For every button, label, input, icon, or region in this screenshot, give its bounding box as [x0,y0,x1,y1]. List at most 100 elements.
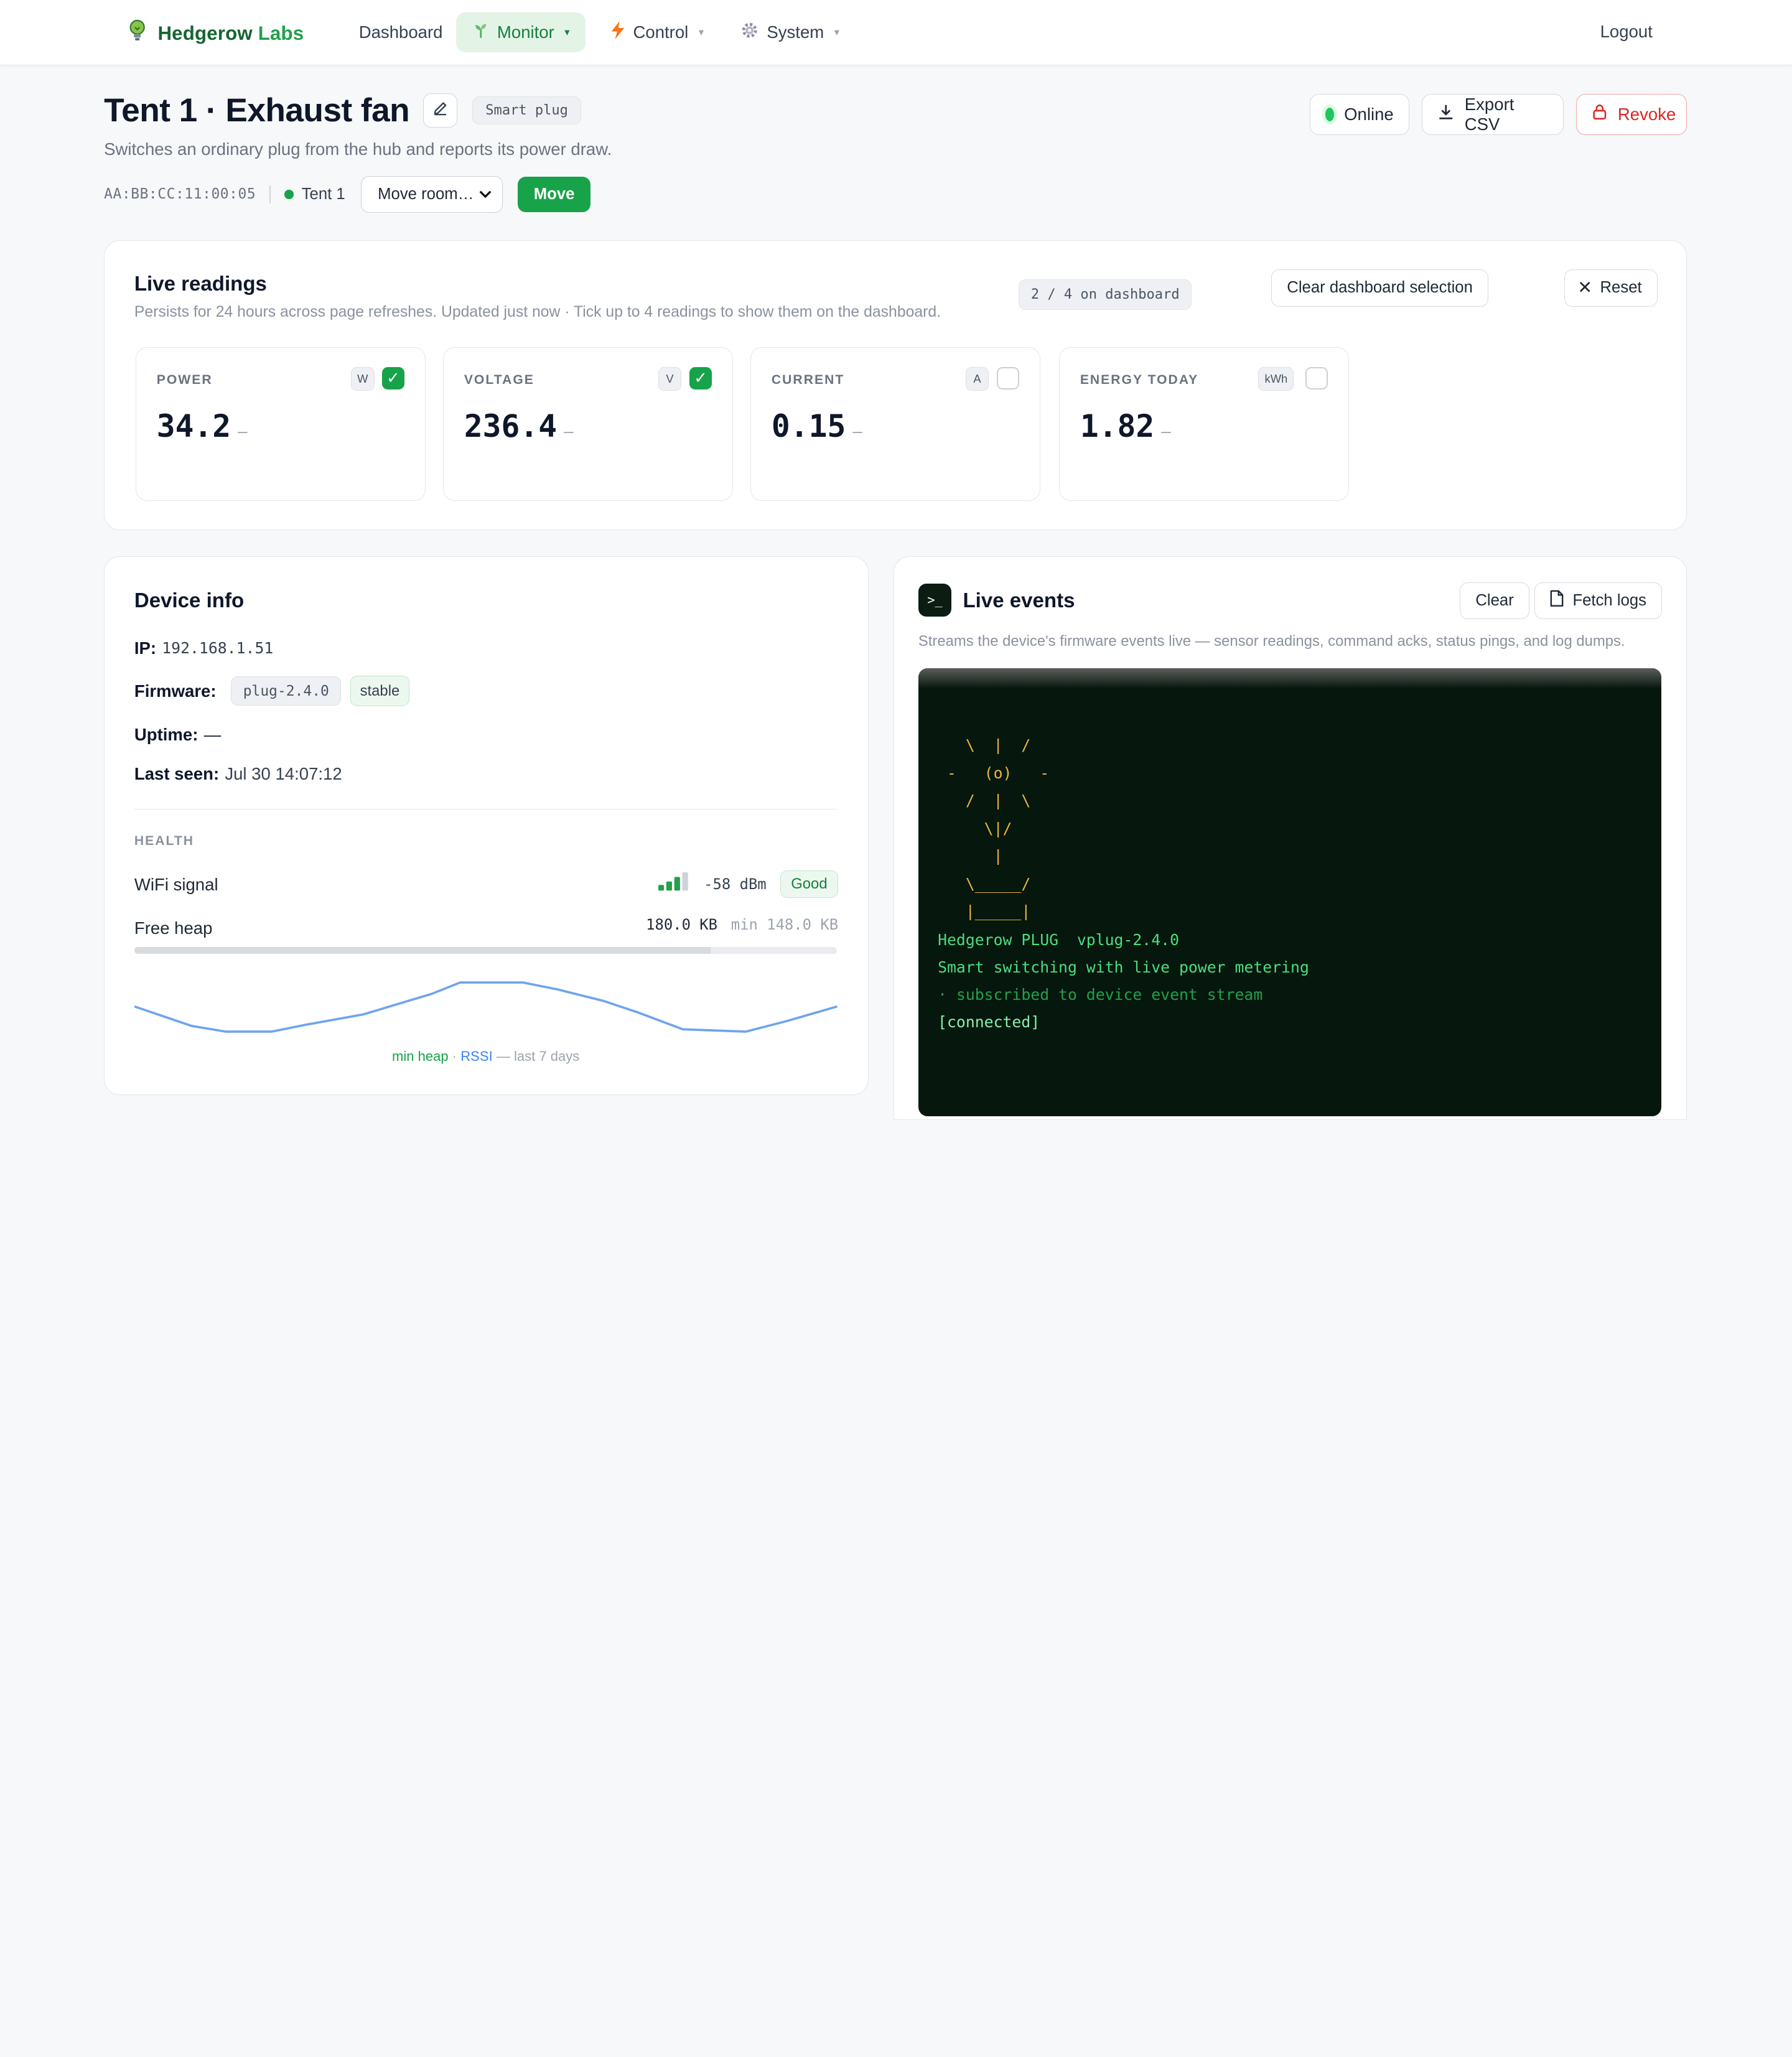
move-room-select[interactable]: Move room… [361,175,503,213]
nav-system[interactable]: System ▾ [724,12,855,52]
signal-bar [666,882,672,891]
brand-name-first: Hedgerow [157,22,253,44]
free-heap-label: Free heap [134,918,213,938]
logout-link[interactable]: Logout [1600,22,1653,42]
divider [269,185,271,203]
room-status-dot [284,189,294,199]
nav-control[interactable]: Control ▾ [594,12,720,52]
gear-icon [740,21,758,44]
revoke-label: Revoke [1617,104,1676,124]
ip-value: 192.168.1.51 [162,639,274,658]
page-subtitle: Switches an ordinary plug from the hub a… [104,139,612,159]
event-terminal[interactable]: \ | / - (o) - / | \ \|/ | \_____/ |_____… [918,668,1661,1116]
dashboard-checkbox[interactable] [996,366,1020,390]
pencil-icon [432,100,449,121]
dashboard-checkbox[interactable]: ✓ [381,366,405,390]
terminal-line: Hedgerow PLUG vplug-2.4.0 [938,931,1179,949]
firmware-channel-badge: stable [350,676,409,706]
uptime-row: Uptime: — [134,725,221,745]
live-readings-title: Live readings [134,273,267,296]
nav-monitor[interactable]: Monitor ▾ [455,12,586,53]
wifi-quality-badge: Good [780,870,839,898]
clear-events-button[interactable]: Clear [1460,582,1529,619]
firmware-label: Firmware: [134,681,217,701]
free-heap-min: min 148.0 KB [730,916,839,934]
last-seen-row: Last seen: Jul 30 14:07:12 [134,764,342,784]
wifi-signal-status: -58 dBm Good [658,870,839,898]
sprout-icon [472,22,490,44]
health-section-label: HEALTH [134,833,195,848]
lightbulb-logo-icon [128,19,146,47]
live-events-description: Streams the device's firmware events liv… [918,632,1625,650]
reset-button[interactable]: Reset [1564,269,1658,307]
fetch-logs-label: Fetch logs [1572,591,1647,609]
trend-indicator: – [238,422,248,441]
ip-row: IP: 192.168.1.51 [134,638,273,658]
legend-separator: · [452,1048,457,1065]
chart-legend: min heap · RSSI — last 7 days [105,1048,867,1065]
move-room-select-value: Move room… [378,185,474,203]
dashboard-checkbox[interactable] [1305,366,1328,390]
reading-value-number: 34.2 [156,408,231,444]
live-events-title: Live events [963,589,1075,612]
free-heap-bar [134,946,838,954]
close-icon [1579,279,1590,297]
dashboard-checkbox[interactable]: ✓ [689,366,712,390]
unit-badge: A [966,366,989,391]
reading-tile-energy-today: ENERGY TODAY kWh 1.82– [1058,347,1350,501]
reading-value: 34.2– [157,408,248,444]
download-icon [1437,103,1455,125]
free-heap-bar-fill [134,946,711,954]
firmware-row: Firmware: plug-2.4.0 stable [134,676,409,706]
divider [134,808,838,810]
legend-period: — last 7 days [496,1048,580,1065]
file-icon [1550,590,1564,612]
live-readings-description: Persists for 24 hours across page refres… [134,303,941,320]
revoke-button[interactable]: Revoke [1575,93,1687,135]
legend-rssi: RSSI [460,1048,493,1065]
terminal-top-fade [918,668,1661,689]
reading-tile-power: POWER W ✓ 34.2– [135,347,426,501]
nav-dashboard[interactable]: Dashboard [343,12,459,52]
mac-address: AA:BB:CC:11:00:05 [104,186,256,203]
nav-monitor-label: Monitor [497,22,554,42]
brand-name: Hedgerow Labs [157,22,304,45]
terminal-line: Smart switching with live power metering [938,958,1309,977]
signal-bars-icon [658,872,690,895]
online-status-label: Online [1344,104,1394,124]
trend-indicator: – [564,422,574,441]
reading-label: VOLTAGE [464,372,534,387]
online-status-button[interactable]: Online [1309,93,1409,135]
uptime-value: — [203,725,222,745]
chevron-down-icon: ▾ [564,26,570,39]
device-info-card: Device info IP: 192.168.1.51 Firmware: p… [104,556,869,1095]
fetch-logs-button[interactable]: Fetch logs [1534,582,1662,619]
rssi-trend-line [134,981,838,1033]
chevron-down-icon: ▾ [698,26,704,39]
unit-badge: W [351,366,375,391]
ascii-art-logo: \ | / - (o) - / | \ \|/ | \_____/ |_____… [946,736,1050,921]
chevron-down-icon [478,185,492,203]
lightning-icon [610,21,625,44]
terminal-icon: >_ [918,583,952,617]
free-heap-values: 180.0 KB min 148.0 KB [646,916,838,933]
reading-value: 236.4– [464,408,574,444]
move-button[interactable]: Move [518,176,591,212]
room-name: Tent 1 [301,185,345,203]
last-seen-label: Last seen: [134,763,220,783]
chevron-down-icon: ▾ [834,26,840,39]
trend-indicator: – [852,422,862,441]
export-csv-button[interactable]: Export CSV [1421,93,1564,135]
firmware-version-badge: plug-2.4.0 [231,676,342,706]
nav-dashboard-label: Dashboard [358,22,443,42]
signal-bar [674,877,680,891]
brand[interactable]: Hedgerow Labs [128,19,304,47]
signal-bar [682,872,688,891]
clear-dashboard-selection-button[interactable]: Clear dashboard selection [1271,269,1488,307]
live-events-card: >_ Live events Clear Fetch logs Streams … [894,556,1687,1120]
reading-label: CURRENT [771,372,845,387]
edit-name-button[interactable] [423,93,458,128]
nav-system-label: System [767,22,824,42]
title-row: Tent 1 · Exhaust fan Smart plug [104,91,582,129]
reading-label: POWER [156,372,213,387]
